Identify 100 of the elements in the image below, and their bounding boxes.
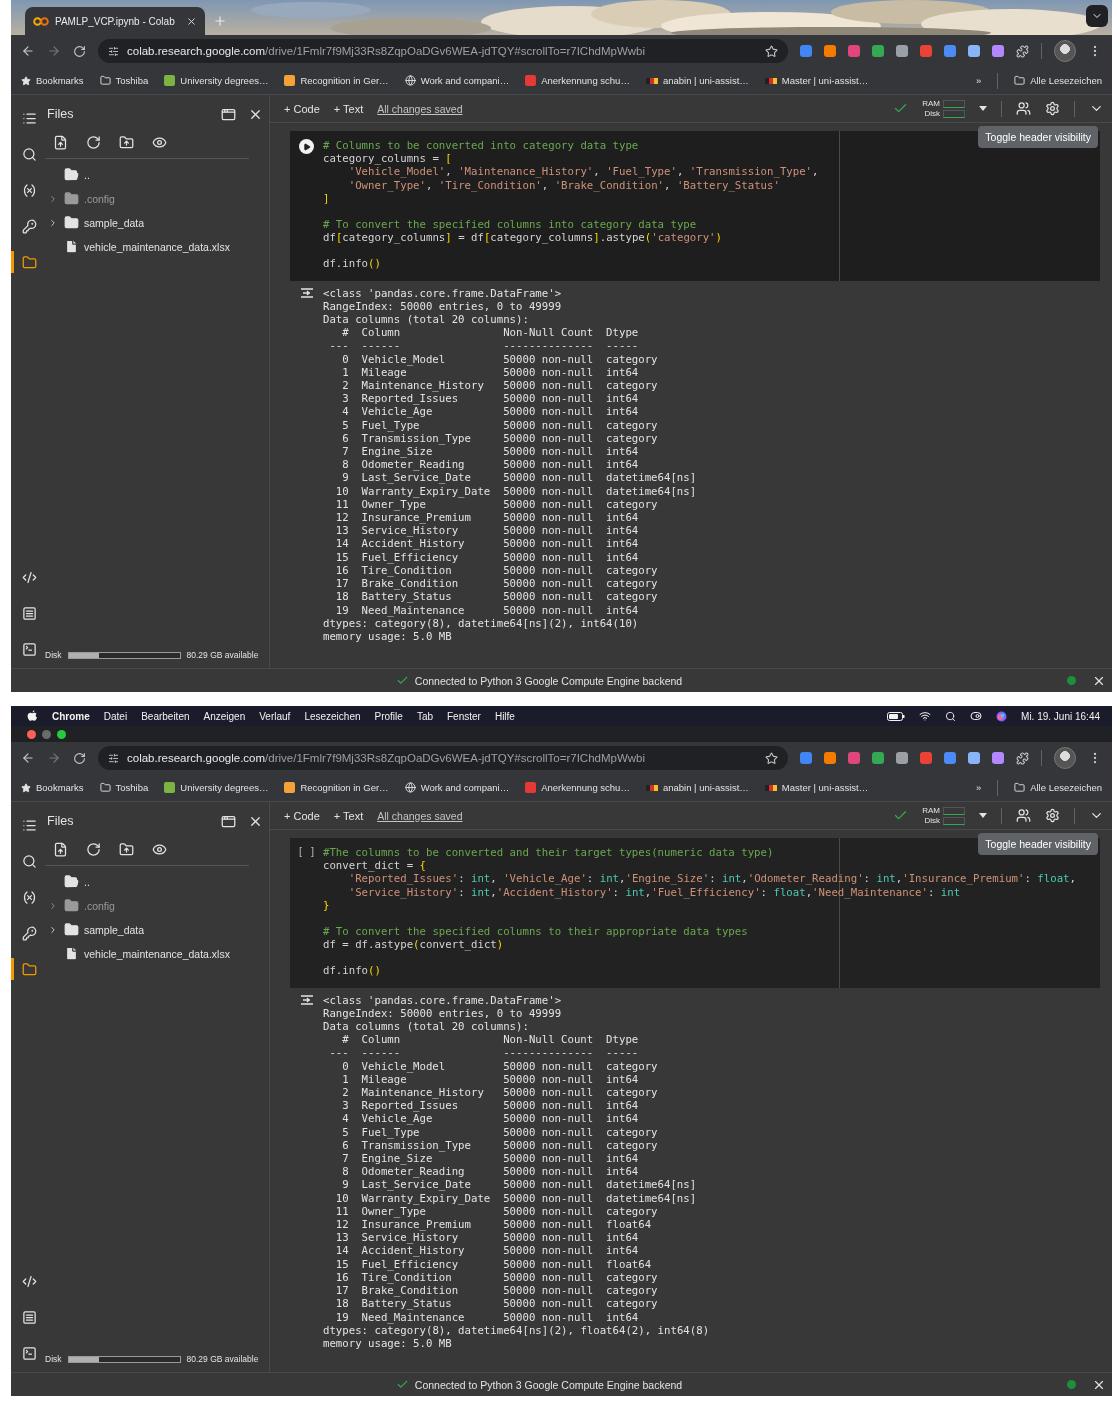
add-code-button[interactable]: + Code bbox=[284, 809, 320, 822]
file-tree-item[interactable]: .config bbox=[45, 190, 269, 207]
bookmark[interactable]: Work and compani… bbox=[404, 782, 510, 793]
extensions-icon[interactable] bbox=[1016, 751, 1029, 765]
address-field[interactable]: colab.research.google.com/drive/1Fmlr7f9Mj33Rs8ZqpOaDGv6WEA-jdTQY#scrollTo=r7IChdMpWwbi bbox=[98, 746, 788, 770]
resources-meter[interactable]: RAM Disk bbox=[922, 99, 965, 118]
bookmark[interactable]: anabin | uni-assist… bbox=[645, 75, 749, 86]
drive-folder-icon[interactable] bbox=[119, 135, 134, 150]
caret-icon[interactable] bbox=[979, 106, 987, 111]
add-text-button[interactable]: + Text bbox=[333, 809, 364, 822]
extension-icon[interactable] bbox=[824, 752, 836, 764]
bookmark[interactable]: Toshiba bbox=[99, 75, 149, 86]
reload-icon[interactable] bbox=[73, 44, 86, 58]
save-status[interactable]: All changes saved bbox=[377, 809, 463, 822]
menu-item[interactable]: Anzeigen bbox=[203, 710, 246, 722]
bookmark[interactable]: Anerkennung schu… bbox=[525, 75, 630, 86]
forward-icon[interactable] bbox=[47, 44, 61, 58]
file-tree-item[interactable]: vehicle_maintenance_data.xlsx bbox=[45, 238, 269, 255]
menu-item[interactable]: Fenster bbox=[447, 710, 481, 722]
settings-icon[interactable] bbox=[1045, 808, 1060, 823]
extension-icon[interactable] bbox=[944, 45, 956, 57]
extension-icon[interactable] bbox=[872, 752, 884, 764]
extension-icon[interactable] bbox=[896, 45, 908, 57]
browser-tab[interactable]: PAMLP_VCP.ipynb - Colab bbox=[25, 7, 205, 35]
bookmark-star-icon[interactable] bbox=[765, 44, 778, 58]
extension-icon[interactable] bbox=[944, 752, 956, 764]
menu-item[interactable]: Bearbeiten bbox=[141, 710, 190, 722]
add-text-button[interactable]: + Text bbox=[333, 102, 364, 115]
profile-avatar[interactable] bbox=[1054, 40, 1076, 62]
search-icon[interactable] bbox=[945, 710, 957, 722]
site-settings-icon[interactable] bbox=[108, 752, 119, 764]
bookmark[interactable]: Bookmarks bbox=[21, 782, 84, 793]
menu-item[interactable]: Datei bbox=[103, 710, 128, 722]
siri-icon[interactable] bbox=[996, 710, 1008, 722]
bookmark[interactable]: Master | uni-assist… bbox=[764, 782, 869, 793]
extension-icon[interactable] bbox=[896, 752, 908, 764]
refresh-icon[interactable] bbox=[86, 842, 101, 857]
resources-meter[interactable]: RAM Disk bbox=[922, 806, 965, 825]
bookmark[interactable]: Work and compani… bbox=[404, 75, 510, 86]
bookmark[interactable]: University degrees… bbox=[164, 782, 269, 793]
extension-icon[interactable] bbox=[824, 45, 836, 57]
file-tree-item[interactable]: .config bbox=[45, 897, 269, 914]
bookmark[interactable]: University degrees… bbox=[164, 75, 269, 86]
file-tree-item[interactable]: vehicle_maintenance_data.xlsx bbox=[45, 945, 269, 962]
cell-prompt[interactable]: [ ] bbox=[297, 846, 316, 857]
back-icon[interactable] bbox=[21, 44, 35, 58]
bookmark[interactable]: anabin | uni-assist… bbox=[645, 782, 749, 793]
caret-icon[interactable] bbox=[979, 813, 987, 818]
address-field[interactable]: colab.research.google.com/drive/1Fmlr7f9Mj33Rs8ZqpOaDGv6WEA-jdTQY#scrollTo=r7IChdMpWwbi bbox=[98, 39, 788, 63]
file-tree-item[interactable]: sample_data bbox=[45, 921, 269, 938]
extension-icon[interactable] bbox=[920, 752, 932, 764]
menu-item[interactable]: Chrome bbox=[52, 710, 90, 722]
bookmark[interactable]: Toshiba bbox=[99, 782, 149, 793]
extension-icon[interactable] bbox=[800, 45, 812, 57]
users-icon[interactable] bbox=[1016, 101, 1031, 116]
extension-icon[interactable] bbox=[800, 752, 812, 764]
extension-icon[interactable] bbox=[992, 45, 1004, 57]
upload-icon[interactable] bbox=[53, 135, 68, 150]
file-tree-item[interactable]: .. bbox=[45, 873, 269, 890]
extension-icon[interactable] bbox=[968, 45, 980, 57]
more-bookmarks[interactable]: » bbox=[975, 75, 982, 86]
caret-icon[interactable] bbox=[48, 924, 58, 935]
close-window-button[interactable] bbox=[27, 729, 36, 739]
extension-icon[interactable] bbox=[848, 752, 860, 764]
refresh-icon[interactable] bbox=[86, 135, 101, 150]
bookmark[interactable]: Bookmarks bbox=[21, 75, 84, 86]
caret-icon[interactable] bbox=[48, 217, 58, 228]
menu-item[interactable]: Profile bbox=[374, 710, 403, 722]
tab-search-button[interactable] bbox=[1086, 5, 1108, 27]
apple-logo-icon[interactable] bbox=[27, 710, 38, 722]
run-button[interactable] bbox=[299, 139, 314, 154]
bookmark[interactable]: Anerkennung schu… bbox=[525, 782, 630, 793]
close-icon[interactable] bbox=[186, 15, 197, 27]
all-bookmarks[interactable]: Alle Lesezeichen bbox=[1014, 75, 1102, 86]
add-code-button[interactable]: + Code bbox=[284, 102, 320, 115]
users-icon[interactable] bbox=[1016, 808, 1031, 823]
extension-icon[interactable] bbox=[848, 45, 860, 57]
upload-icon[interactable] bbox=[53, 842, 68, 857]
all-bookmarks[interactable]: Alle Lesezeichen bbox=[1014, 782, 1102, 793]
site-settings-icon[interactable] bbox=[108, 45, 119, 57]
menu-item[interactable]: Hilfe bbox=[494, 710, 515, 722]
drive-folder-icon[interactable] bbox=[119, 842, 134, 857]
file-tree-item[interactable]: sample_data bbox=[45, 214, 269, 231]
forward-icon[interactable] bbox=[47, 751, 61, 765]
menu-item[interactable]: Tab bbox=[416, 710, 433, 722]
output-toggle-icon[interactable] bbox=[299, 994, 314, 1005]
eye-icon[interactable] bbox=[152, 842, 167, 857]
bookmark[interactable]: Master | uni-assist… bbox=[764, 75, 869, 86]
clock[interactable]: Mi. 19. Juni 16:44 bbox=[1021, 710, 1100, 722]
zoom-window-button[interactable] bbox=[57, 729, 66, 739]
bookmark[interactable]: Recognition in Ger… bbox=[284, 75, 389, 86]
minimize-window-button[interactable] bbox=[42, 729, 51, 739]
more-bookmarks[interactable]: » bbox=[975, 782, 982, 793]
extensions-icon[interactable] bbox=[1016, 44, 1029, 58]
settings-icon[interactable] bbox=[1045, 101, 1060, 116]
eye-icon[interactable] bbox=[152, 135, 167, 150]
extension-icon[interactable] bbox=[968, 752, 980, 764]
control-center-icon[interactable] bbox=[970, 710, 983, 722]
bookmark-star-icon[interactable] bbox=[765, 751, 778, 765]
extension-icon[interactable] bbox=[992, 752, 1004, 764]
